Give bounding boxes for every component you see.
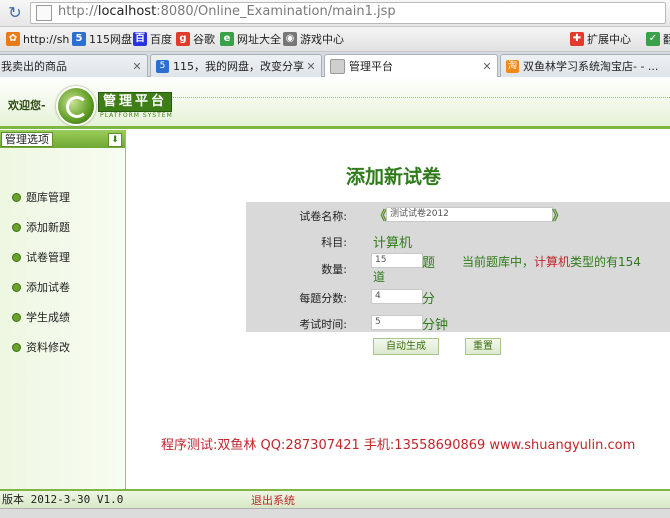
translate-button[interactable]: ✓ 翻 [646,30,670,48]
taobao-icon: 淘 [506,59,519,73]
close-icon[interactable]: ✕ [304,60,318,73]
bullet-icon [12,192,21,202]
bullet-icon [12,312,21,322]
question-count-note-suffix: 道 [373,270,386,284]
favorite-url-directory[interactable]: e 网址大全 [220,30,281,48]
tab-bar: 我卖出的商品 ✕ 5 115，我的网盘，改变分享！ ✕ 管理平台 ✕ 淘双鱼林学习系统淘… [0,52,670,77]
favorite-http-sh[interactable]: ✿ http://sh [6,30,69,48]
bullet-icon [12,342,21,352]
115-icon: 5 [72,32,86,46]
favorite-game-center[interactable]: ◉ 游戏中心 [283,30,344,48]
logo-ring [66,96,88,118]
score-unit: 分 [422,292,436,307]
paper-name-label: 试卷名称: [299,210,347,223]
tab-taobao-store[interactable]: 淘双鱼林学习系统淘宝店- - ... [500,54,670,77]
credit-text: 程序测试:双鱼林 QQ:287307421 手机:13558690869 www… [161,438,636,453]
sidebar-item-student-scores[interactable]: 学生成绩 [12,309,70,325]
score-label: 每题分数: [299,292,347,305]
auto-generate-button[interactable]: 自动生成 [373,338,439,355]
favorites-bar: ✿ http://sh 5 115网盘 百百度 g 谷歌 e 网址大全 ◉ 游戏中心 ✚ 扩… [0,27,670,52]
sidebar-item-add-question[interactable]: 添加新题 [12,219,70,235]
subject-value: 计算机 [373,236,413,251]
115-icon: 5 [156,59,169,73]
paper-name-input[interactable]: 测试试卷2012 [386,207,553,222]
extension-icon: ✚ [570,32,584,46]
qq-bookmark-icon: ✿ [6,32,20,46]
collapse-icon[interactable]: ⬇ [108,133,122,147]
time-label: 考试时间: [299,318,347,331]
favorite-google[interactable]: g 谷歌 [176,30,215,48]
sidebar-item-question-bank[interactable]: 题库管理 [12,189,70,205]
translate-icon: ✓ [646,32,660,46]
reset-button[interactable]: 重置 [465,338,501,355]
time-input[interactable]: 5 [371,315,423,330]
close-icon[interactable]: ✕ [480,60,494,73]
welcome-text: 欢迎您- [8,99,46,112]
count-label: 数量: [321,263,347,276]
baidu-icon: 百 [133,32,147,46]
tab-sold-items[interactable]: 我卖出的商品 ✕ [0,54,148,77]
tab-admin-platform[interactable]: 管理平台 ✕ [324,54,498,77]
subject-label: 科目: [321,236,347,249]
question-count-note: 当前题库中，计算机类型的有154 [462,255,641,269]
extension-center-button[interactable]: ✚ 扩展中心 [570,30,631,48]
logout-link[interactable]: 退出系统 [251,492,295,508]
score-input[interactable]: 4 [371,289,423,304]
sidebar-item-edit-profile[interactable]: 资料修改 [12,339,70,355]
page-icon [330,58,345,74]
google-icon: g [176,32,190,46]
platform-title: 管理平台 [98,92,172,112]
game-center-icon: ◉ [283,32,297,46]
right-arrow-icon: 》 [552,209,566,224]
count-input[interactable]: 15 [371,253,423,268]
favorite-baidu[interactable]: 百百度 [133,30,172,48]
count-unit: 题 [422,256,436,271]
sidebar-item-add-paper[interactable]: 添加试卷 [12,279,70,295]
favorite-115[interactable]: 5 115网盘 [72,30,132,48]
close-icon[interactable]: ✕ [130,60,144,73]
bullet-icon [12,282,21,292]
bullet-icon [12,222,21,232]
url-text[interactable]: http://localhost:8080/Online_Examination… [58,4,396,19]
page-icon [36,5,52,21]
page-title: 添加新试卷 [346,166,442,188]
bullet-icon [12,252,21,262]
platform-subtitle: PLATFORM SYSTEM [100,112,173,119]
header-divider [170,97,670,99]
version-text: 版本 2012-3-30 V1.0 [2,493,124,506]
tab-115[interactable]: 5 115，我的网盘，改变分享！ ✕ [150,54,322,77]
time-unit: 分钟 [422,318,449,333]
url-directory-icon: e [220,32,234,46]
reload-icon[interactable]: ↻ [6,4,24,22]
sidebar-item-paper-management[interactable]: 试卷管理 [12,249,70,265]
sidebar-title: 管理选项 [1,132,53,147]
